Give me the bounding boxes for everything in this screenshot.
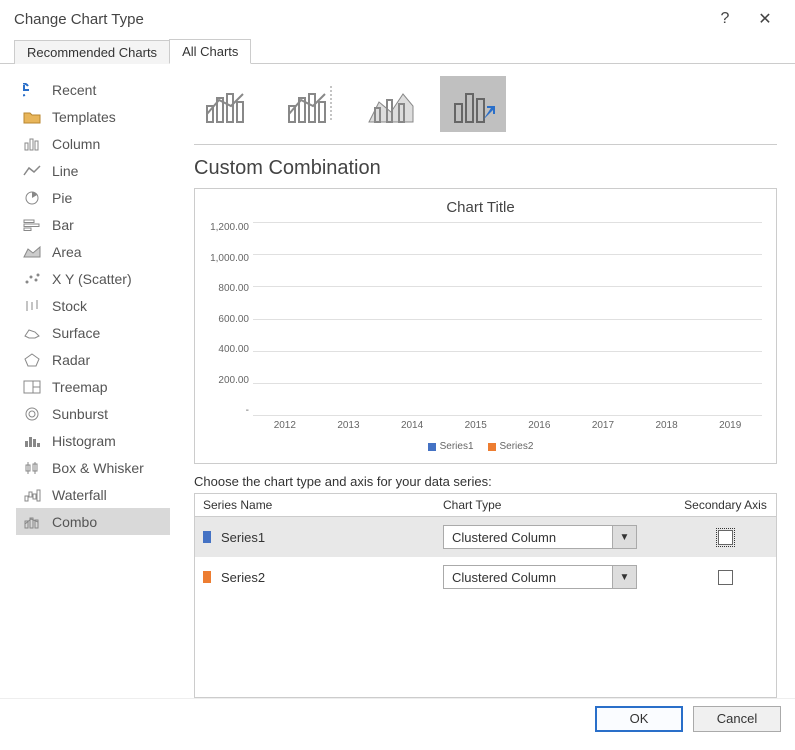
sidebar-item-label: Combo <box>52 514 97 530</box>
sidebar-item-label: Templates <box>52 109 116 125</box>
series-row-1[interactable]: Series1 Clustered Column ▼ <box>195 517 776 557</box>
y-axis: 1,200.001,000.00800.00600.00400.00200.00… <box>199 222 253 416</box>
combo-thumb-custom[interactable] <box>440 76 506 132</box>
pie-icon <box>22 191 42 205</box>
sidebar-item-column[interactable]: Column <box>16 130 170 157</box>
sidebar-item-label: Line <box>52 163 78 179</box>
ok-button[interactable]: OK <box>595 706 683 732</box>
waterfall-icon <box>22 488 42 502</box>
recent-icon <box>22 83 42 97</box>
sidebar-item-label: Column <box>52 136 100 152</box>
titlebar: Change Chart Type ? ✕ <box>0 0 795 38</box>
legend-swatch-s1 <box>428 443 436 451</box>
sidebar-item-radar[interactable]: Radar <box>16 346 170 373</box>
sidebar-item-templates[interactable]: Templates <box>16 103 170 130</box>
section-title: Custom Combination <box>194 157 777 180</box>
combo-thumb-1[interactable] <box>194 76 260 132</box>
tab-all-charts[interactable]: All Charts <box>169 39 251 64</box>
surface-icon <box>22 326 42 340</box>
sidebar-item-box-whisker[interactable]: Box & Whisker <box>16 454 170 481</box>
combo-icon <box>22 515 42 529</box>
templates-icon <box>22 110 42 124</box>
sidebar-item-label: Recent <box>52 82 96 98</box>
sidebar-item-line[interactable]: Line <box>16 157 170 184</box>
series-instruction: Choose the chart type and axis for your … <box>194 474 777 489</box>
sidebar-item-label: Bar <box>52 217 74 233</box>
sidebar-item-stock[interactable]: Stock <box>16 292 170 319</box>
sidebar-item-waterfall[interactable]: Waterfall <box>16 481 170 508</box>
col-series-name: Series Name <box>195 494 435 516</box>
sidebar-item-scatter[interactable]: X Y (Scatter) <box>16 265 170 292</box>
histogram-icon <box>22 434 42 448</box>
cancel-button[interactable]: Cancel <box>693 706 781 732</box>
dropdown-value: Clustered Column <box>444 570 612 585</box>
sidebar-item-label: Histogram <box>52 433 116 449</box>
window-title: Change Chart Type <box>14 11 144 28</box>
legend-label-s1: Series1 <box>440 441 474 452</box>
col-secondary-axis: Secondary Axis <box>675 494 776 516</box>
area-icon <box>22 245 42 259</box>
sidebar-item-label: Area <box>52 244 82 260</box>
series-name: Series2 <box>221 570 265 585</box>
sidebar-item-treemap[interactable]: Treemap <box>16 373 170 400</box>
chart-type-sidebar: Recent Templates Column Line Pie <box>0 64 176 698</box>
x-axis: 20122013201420152016201720182019 <box>253 416 762 431</box>
radar-icon <box>22 353 42 367</box>
combo-subtype-row <box>194 76 777 145</box>
col-chart-type: Chart Type <box>435 494 675 516</box>
series-table: Series Name Chart Type Secondary Axis Se… <box>194 493 777 698</box>
legend-swatch-s2 <box>488 443 496 451</box>
chevron-down-icon: ▼ <box>612 566 636 588</box>
combo-thumb-3[interactable] <box>358 76 424 132</box>
box-whisker-icon <box>22 461 42 475</box>
series-row-2[interactable]: Series2 Clustered Column ▼ <box>195 557 776 597</box>
sidebar-item-combo[interactable]: Combo <box>16 508 170 535</box>
sidebar-item-label: Sunburst <box>52 406 108 422</box>
legend-label-s2: Series2 <box>500 441 534 452</box>
sidebar-item-label: Waterfall <box>52 487 107 503</box>
chart-type-dropdown-1[interactable]: Clustered Column ▼ <box>443 525 637 549</box>
combo-thumb-2[interactable] <box>276 76 342 132</box>
chart-legend: Series1 Series2 <box>199 441 762 452</box>
sidebar-item-label: Radar <box>52 352 90 368</box>
secondary-axis-checkbox-2[interactable] <box>718 570 733 585</box>
treemap-icon <box>22 380 42 394</box>
bar-icon <box>22 218 42 232</box>
series-name: Series1 <box>221 530 265 545</box>
sidebar-item-label: Pie <box>52 190 72 206</box>
sidebar-item-label: Treemap <box>52 379 108 395</box>
sidebar-item-bar[interactable]: Bar <box>16 211 170 238</box>
dialog-footer: OK Cancel <box>0 698 795 738</box>
sidebar-item-label: Stock <box>52 298 87 314</box>
column-icon <box>22 137 42 151</box>
sidebar-item-label: X Y (Scatter) <box>52 271 132 287</box>
sidebar-item-label: Surface <box>52 325 100 341</box>
sidebar-item-histogram[interactable]: Histogram <box>16 427 170 454</box>
chart-preview[interactable]: Chart Title 1,200.001,000.00800.00600.00… <box>194 188 777 464</box>
secondary-axis-checkbox-1[interactable] <box>718 530 733 545</box>
sidebar-item-label: Box & Whisker <box>52 460 144 476</box>
close-button[interactable]: ✕ <box>745 4 785 34</box>
line-icon <box>22 164 42 178</box>
tab-recommended-charts[interactable]: Recommended Charts <box>14 40 170 64</box>
sidebar-item-recent[interactable]: Recent <box>16 76 170 103</box>
series-swatch <box>203 531 211 543</box>
dropdown-value: Clustered Column <box>444 530 612 545</box>
chart-type-dropdown-2[interactable]: Clustered Column ▼ <box>443 565 637 589</box>
chart-title: Chart Title <box>199 199 762 216</box>
sidebar-item-sunburst[interactable]: Sunburst <box>16 400 170 427</box>
sidebar-item-pie[interactable]: Pie <box>16 184 170 211</box>
stock-icon <box>22 299 42 313</box>
sunburst-icon <box>22 407 42 421</box>
scatter-icon <box>22 272 42 286</box>
plot-area <box>253 222 762 416</box>
tabs: Recommended Charts All Charts <box>0 38 795 64</box>
chevron-down-icon: ▼ <box>612 526 636 548</box>
series-swatch <box>203 571 211 583</box>
sidebar-item-surface[interactable]: Surface <box>16 319 170 346</box>
help-button[interactable]: ? <box>705 4 745 34</box>
sidebar-item-area[interactable]: Area <box>16 238 170 265</box>
